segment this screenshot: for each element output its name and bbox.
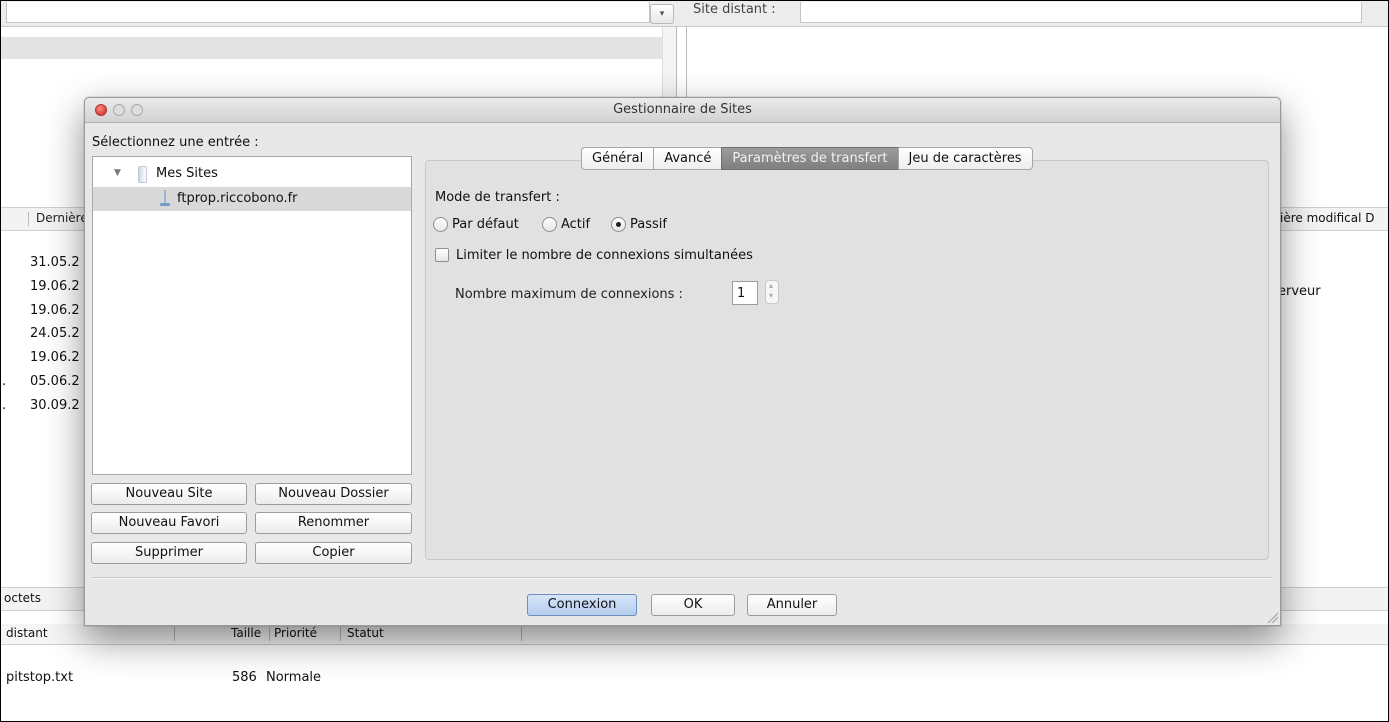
local-file-date: 19.06.2 [30, 350, 80, 366]
tab-advanced[interactable]: Avancé [653, 147, 722, 170]
remote-path-input[interactable] [800, 2, 1362, 23]
disclosure-triangle-icon[interactable]: ▼ [114, 168, 121, 178]
max-connections-label: Nombre maximum de connexions : [455, 287, 683, 302]
column-separator [340, 627, 341, 641]
remote-site-label: Site distant : [693, 2, 776, 17]
radio-passive[interactable] [611, 217, 626, 232]
radio-default-label[interactable]: Par défaut [452, 217, 519, 232]
dialog-titlebar[interactable]: Gestionnaire de Sites [85, 98, 1280, 123]
remote-list-cell: erveur [1278, 284, 1321, 299]
limit-connections-label[interactable]: Limiter le nombre de connexions simultan… [456, 248, 753, 263]
local-path-dropdown-button[interactable]: ▾ [650, 4, 674, 24]
limit-connections-checkbox[interactable] [435, 248, 449, 262]
local-status-text: octets [4, 591, 41, 605]
truncated-text: . [2, 398, 7, 413]
tab-general[interactable]: Général [581, 147, 654, 170]
queue-col-size[interactable]: Taille [231, 626, 261, 640]
settings-tabs: Général Avancé Paramètres de transfert J… [581, 147, 1033, 170]
local-list-header[interactable]: Dernière [0, 207, 90, 231]
local-file-date: 19.06.2 [30, 302, 80, 318]
radio-passive-label[interactable]: Passif [630, 217, 667, 232]
copy-button[interactable]: Copier [255, 542, 412, 564]
new-bookmark-button[interactable]: Nouveau Favori [91, 512, 247, 534]
footer-divider [92, 577, 1272, 579]
queue-row[interactable]: pitstop.txt 586 Normale [0, 670, 600, 692]
new-site-button[interactable]: Nouveau Site [91, 483, 247, 505]
tab-charset[interactable]: Jeu de caractères [897, 147, 1033, 170]
remote-list-header[interactable]: ière modifical D [1270, 207, 1389, 231]
connect-button[interactable]: Connexion [527, 594, 637, 616]
queue-col-remote[interactable]: distant [6, 626, 48, 640]
queue-file-name: pitstop.txt [6, 670, 74, 685]
queue-col-priority[interactable]: Priorité [274, 626, 317, 640]
local-header-modified[interactable]: Dernière [36, 211, 88, 225]
queue-header: distant Taille Priorité Statut [0, 624, 1389, 645]
column-separator [174, 627, 175, 641]
truncated-text: . [2, 374, 7, 389]
resize-grip-icon[interactable] [1266, 611, 1278, 623]
delete-button[interactable]: Supprimer [91, 542, 247, 564]
dialog-title: Gestionnaire de Sites [613, 102, 752, 117]
background-toolbar: ▾ Site distant : [0, 0, 1389, 27]
remote-status-bar [1270, 587, 1389, 611]
local-file-date: 31.05.2 [30, 255, 80, 270]
local-tree-selected-row[interactable] [0, 37, 662, 59]
local-status-bar: octets [0, 587, 90, 611]
tab-transfer-settings[interactable]: Paramètres de transfert [721, 147, 898, 170]
remote-header-modified[interactable]: ière modifical D [1280, 211, 1374, 225]
queue-col-status[interactable]: Statut [347, 626, 384, 640]
rename-button[interactable]: Renommer [255, 512, 412, 534]
column-separator [521, 627, 522, 641]
site-manager-dialog: Gestionnaire de Sites Sélectionnez une e… [84, 97, 1281, 626]
local-file-date: 19.06.2 [30, 278, 80, 294]
tree-site-label: ftprop.riccobono.fr [177, 191, 298, 206]
transfer-mode-label: Mode de transfert : [435, 190, 560, 205]
new-folder-button[interactable]: Nouveau Dossier [255, 483, 412, 505]
cancel-button[interactable]: Annuler [747, 594, 837, 616]
max-connections-stepper[interactable] [765, 280, 779, 304]
column-separator [269, 627, 270, 641]
column-separator [28, 212, 29, 226]
ok-button[interactable]: OK [651, 594, 735, 616]
tree-site-ftprop[interactable]: ftprop.riccobono.fr [93, 187, 411, 211]
radio-default[interactable] [433, 217, 448, 232]
radio-active[interactable] [542, 217, 557, 232]
site-tree[interactable]: ▼ Mes Sites ftprop.riccobono.fr [92, 156, 412, 475]
server-icon [160, 190, 170, 207]
local-file-date: 30.09.2 [30, 397, 80, 413]
max-connections-input[interactable] [732, 281, 758, 305]
local-file-dates: 31.05.2 19.06.2 19.06.2 24.05.2 19.06.2 … [30, 255, 90, 422]
radio-active-label[interactable]: Actif [561, 217, 590, 232]
select-entry-label: Sélectionnez une entrée : [92, 135, 259, 150]
folder-icon [138, 166, 147, 183]
queue-file-size: 586 [232, 670, 257, 685]
tree-folder-mes-sites[interactable]: ▼ Mes Sites [93, 162, 411, 186]
tree-folder-label: Mes Sites [156, 166, 218, 181]
queue-file-priority: Normale [266, 670, 322, 685]
local-path-input[interactable] [6, 2, 650, 23]
local-file-date: 05.06.2 [30, 373, 80, 389]
local-file-date: 24.05.2 [30, 326, 80, 342]
